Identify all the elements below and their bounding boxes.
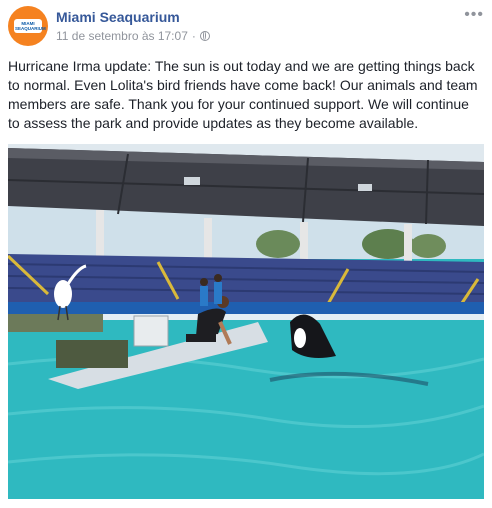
post-timestamp[interactable]: 11 de setembro às 17:07 <box>56 29 188 43</box>
post-header: MIAMI SEAQUARIUM Miami Seaquarium 11 de … <box>8 6 484 48</box>
post-text: Hurricane Irma update: The sun is out to… <box>8 58 478 131</box>
meta-separator: · <box>191 29 196 43</box>
globe-icon <box>199 31 210 41</box>
post-meta: 11 de setembro às 17:07 · <box>56 29 210 43</box>
facebook-post: MIAMI SEAQUARIUM Miami Seaquarium 11 de … <box>0 0 492 508</box>
more-options-icon[interactable]: ••• <box>464 7 484 23</box>
photo-scene <box>8 144 484 499</box>
page-name-link[interactable]: Miami Seaquarium <box>56 9 180 25</box>
post-photo[interactable] <box>8 144 484 499</box>
logo-text: MIAMI SEAQUARIUM <box>15 21 46 31</box>
page-avatar[interactable]: MIAMI SEAQUARIUM <box>8 6 48 46</box>
